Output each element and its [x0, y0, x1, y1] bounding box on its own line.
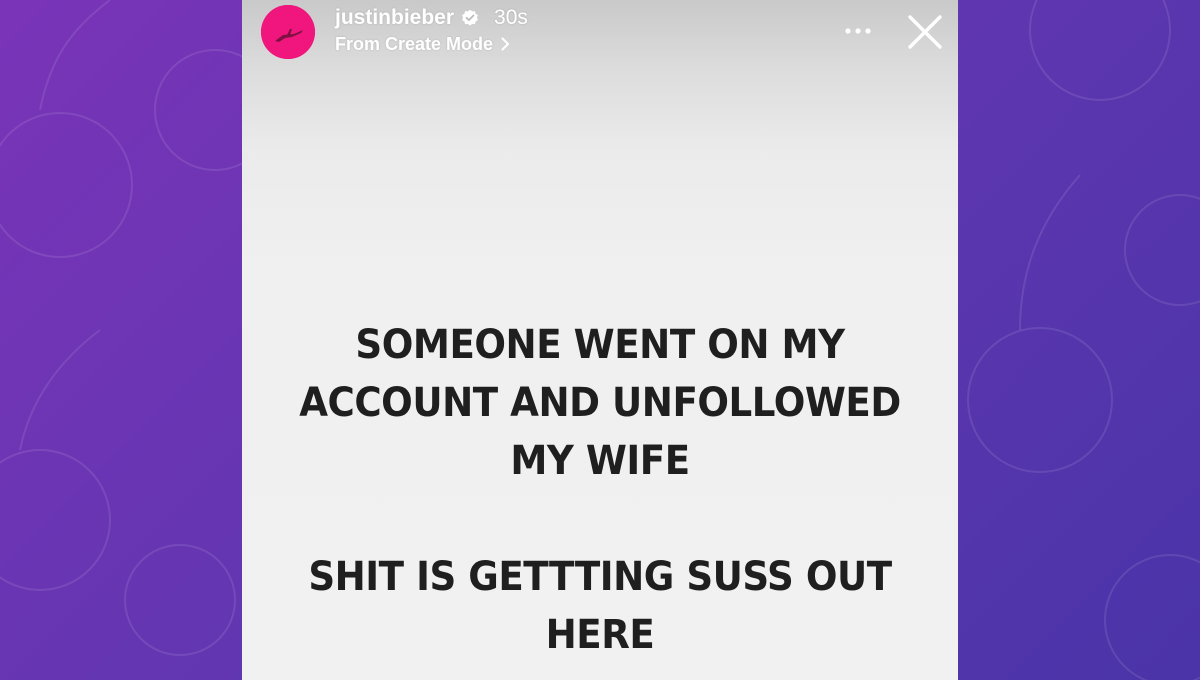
create-mode-link[interactable]: From Create Mode — [335, 33, 510, 55]
avatar[interactable] — [261, 5, 315, 59]
verified-badge-icon — [462, 9, 478, 26]
create-mode-label: From Create Mode — [335, 33, 494, 54]
message-line: HERE — [545, 612, 655, 658]
chevron-right-icon — [501, 37, 510, 51]
avatar-image-icon — [261, 5, 315, 59]
story-header: justinbieber 30s From Create Mode — [242, 0, 958, 62]
user-line: justinbieber 30s — [335, 5, 528, 31]
message-line: SOMEONE WENT ON MY — [355, 322, 845, 368]
more-options-icon[interactable] — [842, 20, 874, 42]
page-background: justinbieber 30s From Create Mode SOMEON… — [0, 0, 1200, 680]
story-message: SOMEONE WENT ON MY ACCOUNT AND UNFOLLOWE… — [276, 316, 923, 664]
story-card: justinbieber 30s From Create Mode SOMEON… — [242, 0, 958, 680]
message-line: MY WIFE — [510, 438, 690, 484]
message-line: ACCOUNT AND UNFOLLOWED — [299, 380, 901, 426]
username-link[interactable]: justinbieber — [335, 6, 454, 30]
post-time: 30s — [494, 6, 528, 29]
message-line: SHIT IS GETTTING SUSS OUT — [308, 554, 892, 600]
close-icon[interactable] — [906, 13, 944, 51]
